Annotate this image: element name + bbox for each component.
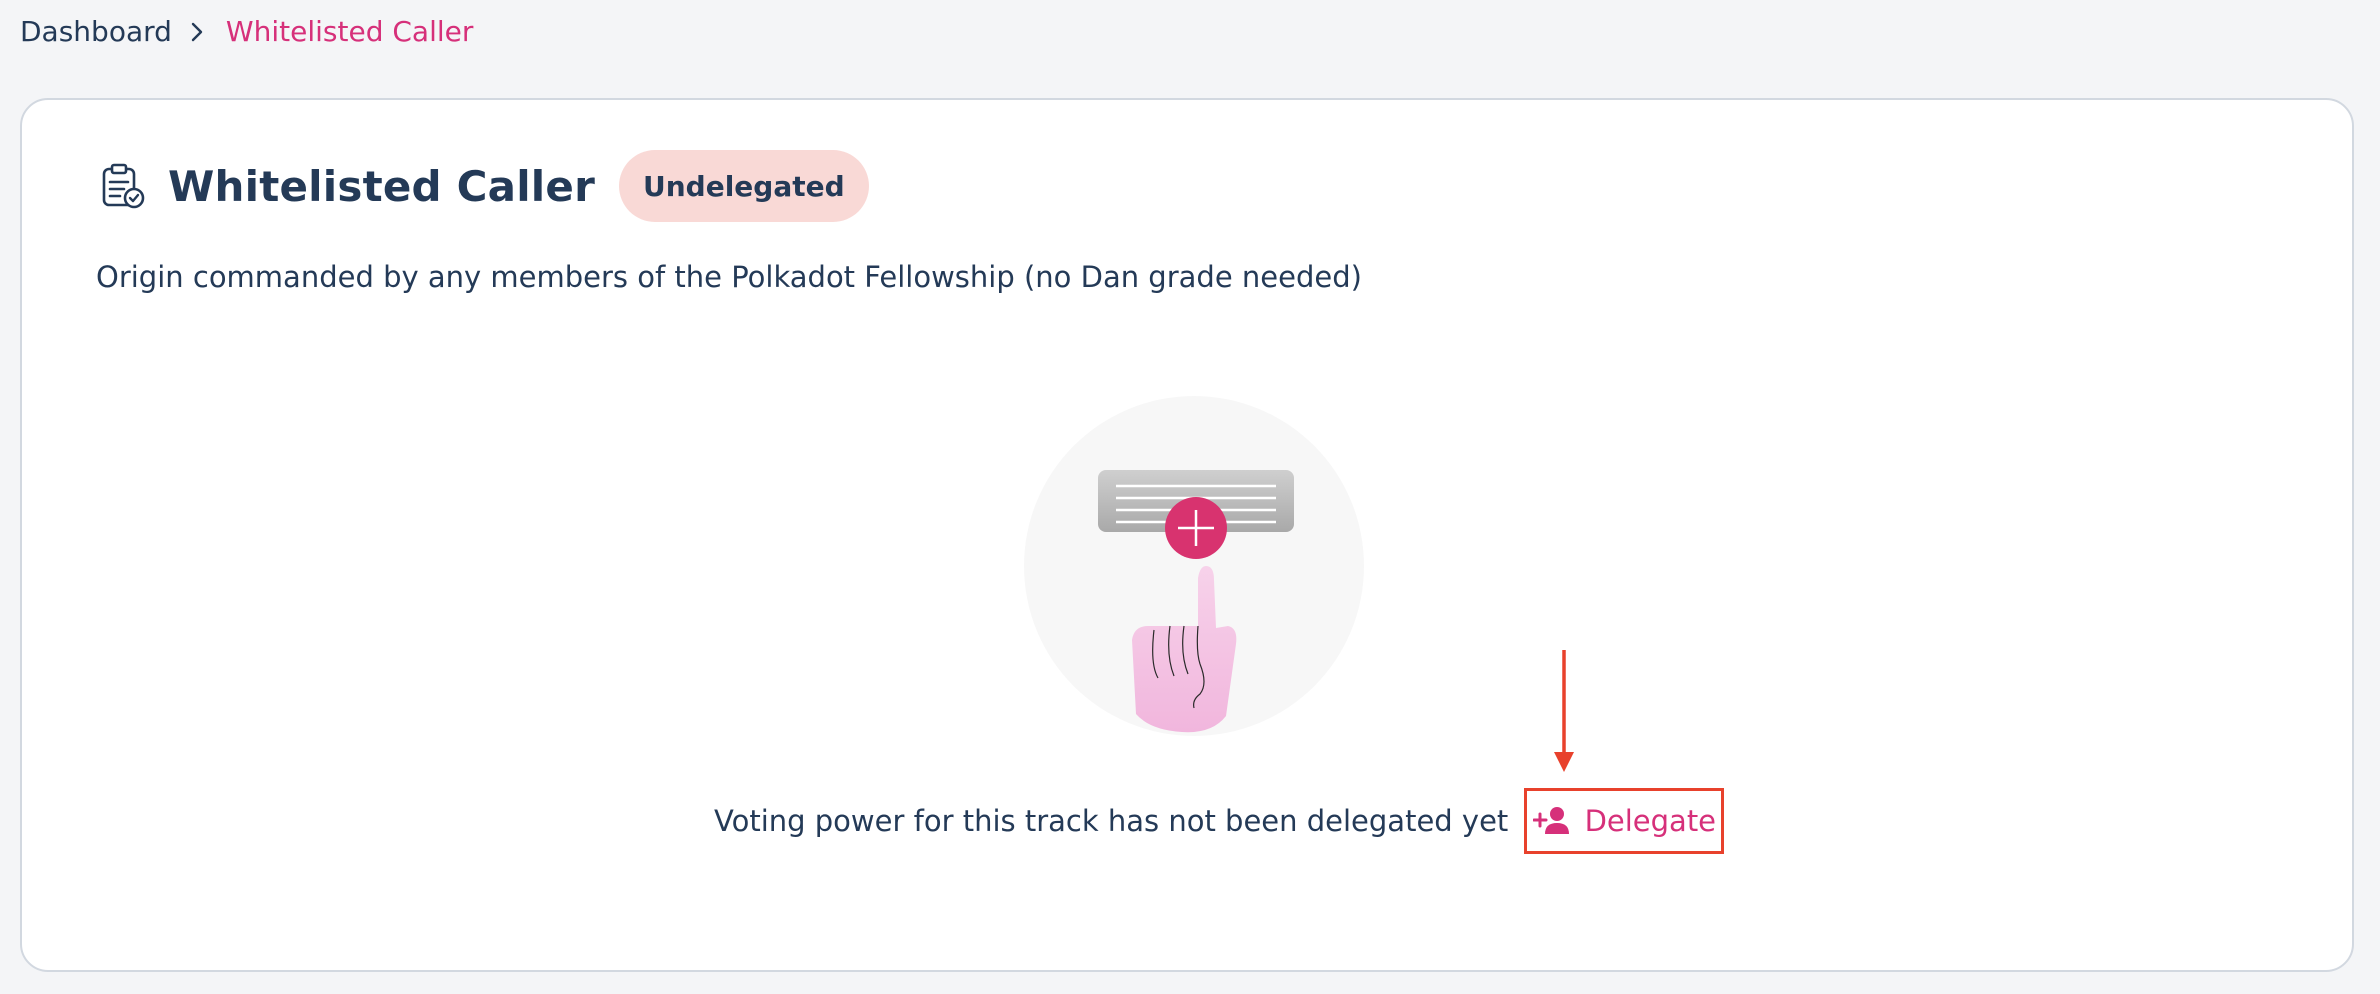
- track-description: Origin commanded by any members of the P…: [96, 260, 1362, 294]
- delegate-button[interactable]: Delegate: [1524, 788, 1725, 854]
- add-user-icon: [1532, 807, 1569, 834]
- track-header: Whitelisted Caller Undelegated: [98, 150, 869, 222]
- breadcrumb-current: Whitelisted Caller: [225, 15, 474, 48]
- clipboard-check-icon: [98, 161, 148, 211]
- status-badge: Undelegated: [618, 150, 869, 222]
- empty-state: Voting power for this track has not been…: [714, 786, 1725, 856]
- chevron-right-icon: [190, 21, 204, 43]
- breadcrumb-dashboard-link[interactable]: Dashboard: [20, 14, 172, 50]
- arrow-down-icon: [1552, 648, 1576, 780]
- breadcrumb: Dashboard Whitelisted Caller: [20, 14, 473, 50]
- page-title: Whitelisted Caller: [168, 161, 595, 211]
- empty-state-message: Voting power for this track has not been…: [714, 804, 1509, 838]
- track-card: Whitelisted Caller Undelegated Origin co…: [20, 98, 2354, 972]
- hand-press-plus-icon: [1022, 394, 1366, 738]
- delegate-label: Delegate: [1584, 804, 1717, 838]
